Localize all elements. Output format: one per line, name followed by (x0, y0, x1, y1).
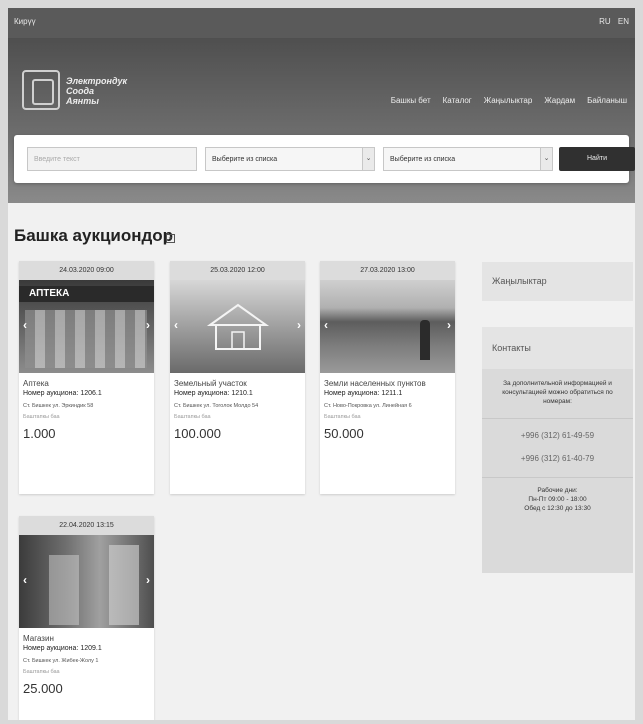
auction-photo: ‹ › (170, 280, 305, 373)
chevron-left-icon[interactable]: ‹ (23, 318, 27, 332)
section-title: Башка аукциондор (14, 226, 174, 245)
logo-icon[interactable] (22, 70, 60, 110)
auction-photo: ‹ › (320, 280, 455, 373)
news-box[interactable]: Жаңылыктар (482, 262, 633, 301)
page-frame: Кирүү RU EN Электрондук Соода Аянты Башк… (8, 8, 635, 720)
select-category-value: Выберите из списка (212, 156, 278, 163)
chevron-right-icon[interactable]: › (447, 318, 451, 332)
auction-photo: АПТЕКА ‹ › (19, 280, 154, 373)
chevron-left-icon[interactable]: ‹ (324, 318, 328, 332)
lang-ru[interactable]: RU (599, 17, 611, 26)
start-price-label: Баштапкы баа (324, 414, 361, 420)
auction-address: Ст. Бишкек ул. Жибек-Жолу 1 (23, 658, 99, 664)
auction-address: Ст. Бишкек ул. Эркиндик 58 (23, 403, 94, 409)
hours-days: Пн-Пт 09:00 - 18:00 (528, 496, 587, 503)
search-panel: Введите текст Выберите из списка ⌄ Выбер… (14, 135, 635, 183)
select-region[interactable]: Выберите из списка ⌄ (383, 147, 553, 171)
logo-line-1: Электрондук (66, 76, 128, 86)
chevron-right-icon[interactable]: › (146, 573, 150, 587)
auction-number: Номер аукциона: 1211.1 (324, 390, 403, 397)
auction-title[interactable]: Земли населенных пунктов (324, 379, 451, 388)
auction-title[interactable]: Магазин (23, 634, 150, 643)
contacts-box: Контакты За дополнительной информацией и… (482, 327, 633, 573)
select-category[interactable]: Выберите из списка ⌄ (205, 147, 375, 171)
auction-address: Ст. Ново-Покровка ул. Линейная 6 (324, 403, 412, 409)
auction-number: Номер аукциона: 1209.1 (23, 645, 102, 652)
auction-title[interactable]: Аптека (23, 379, 150, 388)
nav-home[interactable]: Башкы бет (391, 96, 431, 105)
contacts-title: Контакты (492, 343, 531, 353)
auction-card[interactable]: 22.04.2020 13:15 ‹ › Магазин Номер аукци… (19, 516, 154, 720)
language-switcher: RU EN (594, 17, 629, 26)
auction-date: 24.03.2020 09:00 (19, 261, 154, 280)
search-button[interactable]: Найти (559, 147, 635, 171)
logo-line-3: Аянты (66, 96, 99, 106)
news-title[interactable]: Жаңылыктар (482, 262, 633, 301)
auction-date: 22.04.2020 13:15 (19, 516, 154, 535)
auction-address: Ст. Бишкек ул. Тоголок Молдо 54 (174, 403, 259, 409)
start-price-label: Баштапкы баа (174, 414, 211, 420)
logo-text[interactable]: Электрондук Соода Аянты (66, 76, 127, 106)
expand-icon[interactable]: + (166, 234, 175, 243)
nav-help[interactable]: Жардам (544, 96, 575, 105)
auction-date: 25.03.2020 12:00 (170, 261, 305, 280)
search-input[interactable]: Введите текст (27, 147, 197, 171)
hours-lunch: Обед с 12:30 до 13:30 (524, 505, 591, 512)
auction-number: Номер аукциона: 1210.1 (174, 390, 253, 397)
auction-title[interactable]: Земельный участок (174, 379, 301, 388)
chevron-down-icon: ⌄ (362, 148, 374, 170)
start-price-label: Баштапкы баа (23, 669, 60, 675)
hours-title: Рабочие дни: (537, 487, 578, 494)
chevron-left-icon[interactable]: ‹ (23, 573, 27, 587)
phone-number[interactable]: +996 (312) 61-49-59 (482, 431, 633, 440)
auction-price: 50.000 (324, 426, 364, 441)
nav-news[interactable]: Жаңылыктар (484, 96, 533, 105)
house-sketch-icon (206, 303, 270, 350)
auction-price: 1.000 (23, 426, 56, 441)
auction-price: 100.000 (174, 426, 221, 441)
lang-en[interactable]: EN (618, 17, 629, 26)
pharmacy-sign: АПТЕКА (29, 288, 70, 299)
auction-price: 25.000 (23, 681, 63, 696)
chevron-left-icon[interactable]: ‹ (174, 318, 178, 332)
auction-date: 27.03.2020 13:00 (320, 261, 455, 280)
select-region-value: Выберите из списка (390, 156, 456, 163)
chevron-right-icon[interactable]: › (146, 318, 150, 332)
auction-photo: ‹ › (19, 535, 154, 628)
chevron-down-icon: ⌄ (540, 148, 552, 170)
auction-card[interactable]: 27.03.2020 13:00 ‹ › Земли населенных пу… (320, 261, 455, 494)
logo-line-2: Соода (66, 86, 95, 96)
main-nav: Башкы бет Каталог Жаңылыктар Жардам Байл… (391, 96, 627, 105)
contacts-description: За дополнительной информацией и консульт… (502, 380, 613, 405)
top-bar: Кирүү RU EN (8, 8, 635, 38)
auction-number: Номер аукциона: 1206.1 (23, 390, 102, 397)
nav-catalog[interactable]: Каталог (443, 96, 472, 105)
phone-number[interactable]: +996 (312) 61-40-79 (482, 454, 633, 463)
auction-card[interactable]: 25.03.2020 12:00 ‹ › Земельный участок Н… (170, 261, 305, 494)
chevron-right-icon[interactable]: › (297, 318, 301, 332)
nav-contact[interactable]: Байланыш (587, 96, 627, 105)
auction-card[interactable]: 24.03.2020 09:00 АПТЕКА ‹ › Аптека Номер… (19, 261, 154, 494)
start-price-label: Баштапкы баа (23, 414, 60, 420)
login-link[interactable]: Кирүү (14, 17, 36, 26)
